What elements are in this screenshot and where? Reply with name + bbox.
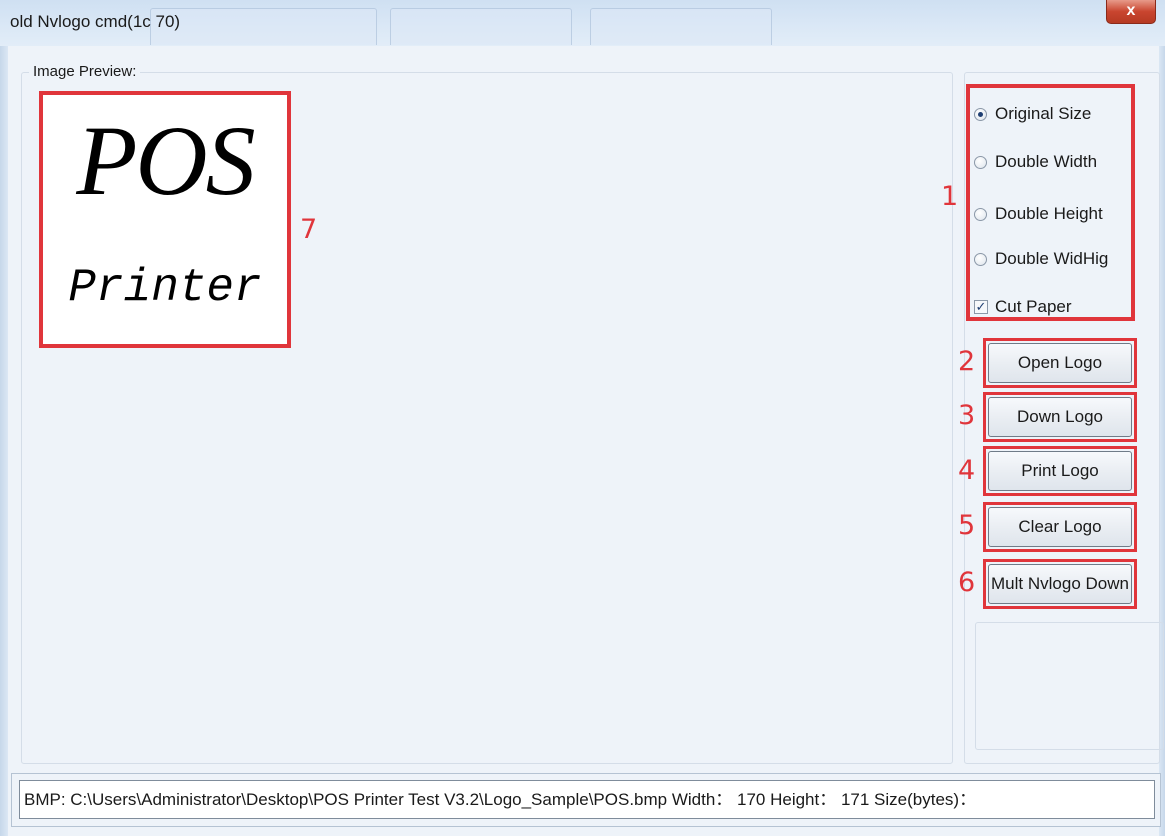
radio-double-height[interactable]: Double Height xyxy=(974,203,1103,225)
mult-nvlogo-down-button-face[interactable]: Mult Nvlogo Down xyxy=(988,564,1132,604)
clear-logo-button[interactable]: Clear Logo xyxy=(983,502,1137,552)
radio-original-size-label: Original Size xyxy=(995,104,1092,123)
checkbox-checked-icon[interactable]: ✓ xyxy=(974,300,988,314)
radio-double-widhig[interactable]: Double WidHig xyxy=(974,248,1108,270)
open-logo-button-face[interactable]: Open Logo xyxy=(988,343,1132,383)
radio-original-size[interactable]: Original Size xyxy=(974,103,1091,125)
close-icon: x xyxy=(1126,2,1136,19)
radio-double-widhig-label: Double WidHig xyxy=(995,249,1109,268)
window-frame-left xyxy=(0,46,8,836)
radio-double-height-label: Double Height xyxy=(995,204,1103,223)
title-bar[interactable]: old Nvlogo cmd(1c 70) x xyxy=(0,0,1165,46)
logo-preview-image: POS Printer xyxy=(39,91,291,348)
radio-unchecked-icon[interactable] xyxy=(974,155,987,169)
annotation-2: 2 xyxy=(958,346,976,377)
mult-nvlogo-down-button[interactable]: Mult Nvlogo Down xyxy=(983,559,1137,609)
image-preview-label: Image Preview: xyxy=(29,63,141,80)
annotation-7: 7 xyxy=(300,214,318,245)
window-title: old Nvlogo cmd(1c 70) xyxy=(10,12,181,31)
radio-checked-icon[interactable] xyxy=(974,107,987,121)
background-ghost-tab xyxy=(590,8,772,45)
logo-text-pos: POS xyxy=(76,105,255,216)
background-ghost-tab xyxy=(390,8,572,45)
info-panel xyxy=(975,622,1164,750)
close-button[interactable]: x xyxy=(1106,0,1156,24)
clear-logo-button-face[interactable]: Clear Logo xyxy=(988,507,1132,547)
radio-double-width-label: Double Width xyxy=(995,152,1098,171)
logo-text-printer: Printer xyxy=(68,262,262,314)
nvlogo-window: old Nvlogo cmd(1c 70) x Image Preview: P… xyxy=(0,0,1165,836)
background-ghost-tab xyxy=(150,8,377,45)
radio-unchecked-icon[interactable] xyxy=(974,252,987,266)
annotation-3: 3 xyxy=(958,400,976,431)
print-logo-button[interactable]: Print Logo xyxy=(983,446,1137,496)
print-logo-button-face[interactable]: Print Logo xyxy=(988,451,1132,491)
open-logo-button[interactable]: Open Logo xyxy=(983,338,1137,388)
down-logo-button[interactable]: Down Logo xyxy=(983,392,1137,442)
annotation-5: 5 xyxy=(958,510,976,541)
radio-double-width[interactable]: Double Width xyxy=(974,151,1097,173)
annotation-4: 4 xyxy=(958,455,976,486)
down-logo-button-face[interactable]: Down Logo xyxy=(988,397,1132,437)
annotation-1: 1 xyxy=(941,181,959,212)
radio-unchecked-icon[interactable] xyxy=(974,207,987,221)
bmp-info-field[interactable]: BMP: C:\Users\Administrator\Desktop\POS … xyxy=(19,780,1155,819)
annotation-6: 6 xyxy=(958,567,976,598)
checkbox-cut-paper[interactable]: ✓ Cut Paper xyxy=(974,296,1072,318)
checkbox-cut-paper-label: Cut Paper xyxy=(995,297,1072,316)
